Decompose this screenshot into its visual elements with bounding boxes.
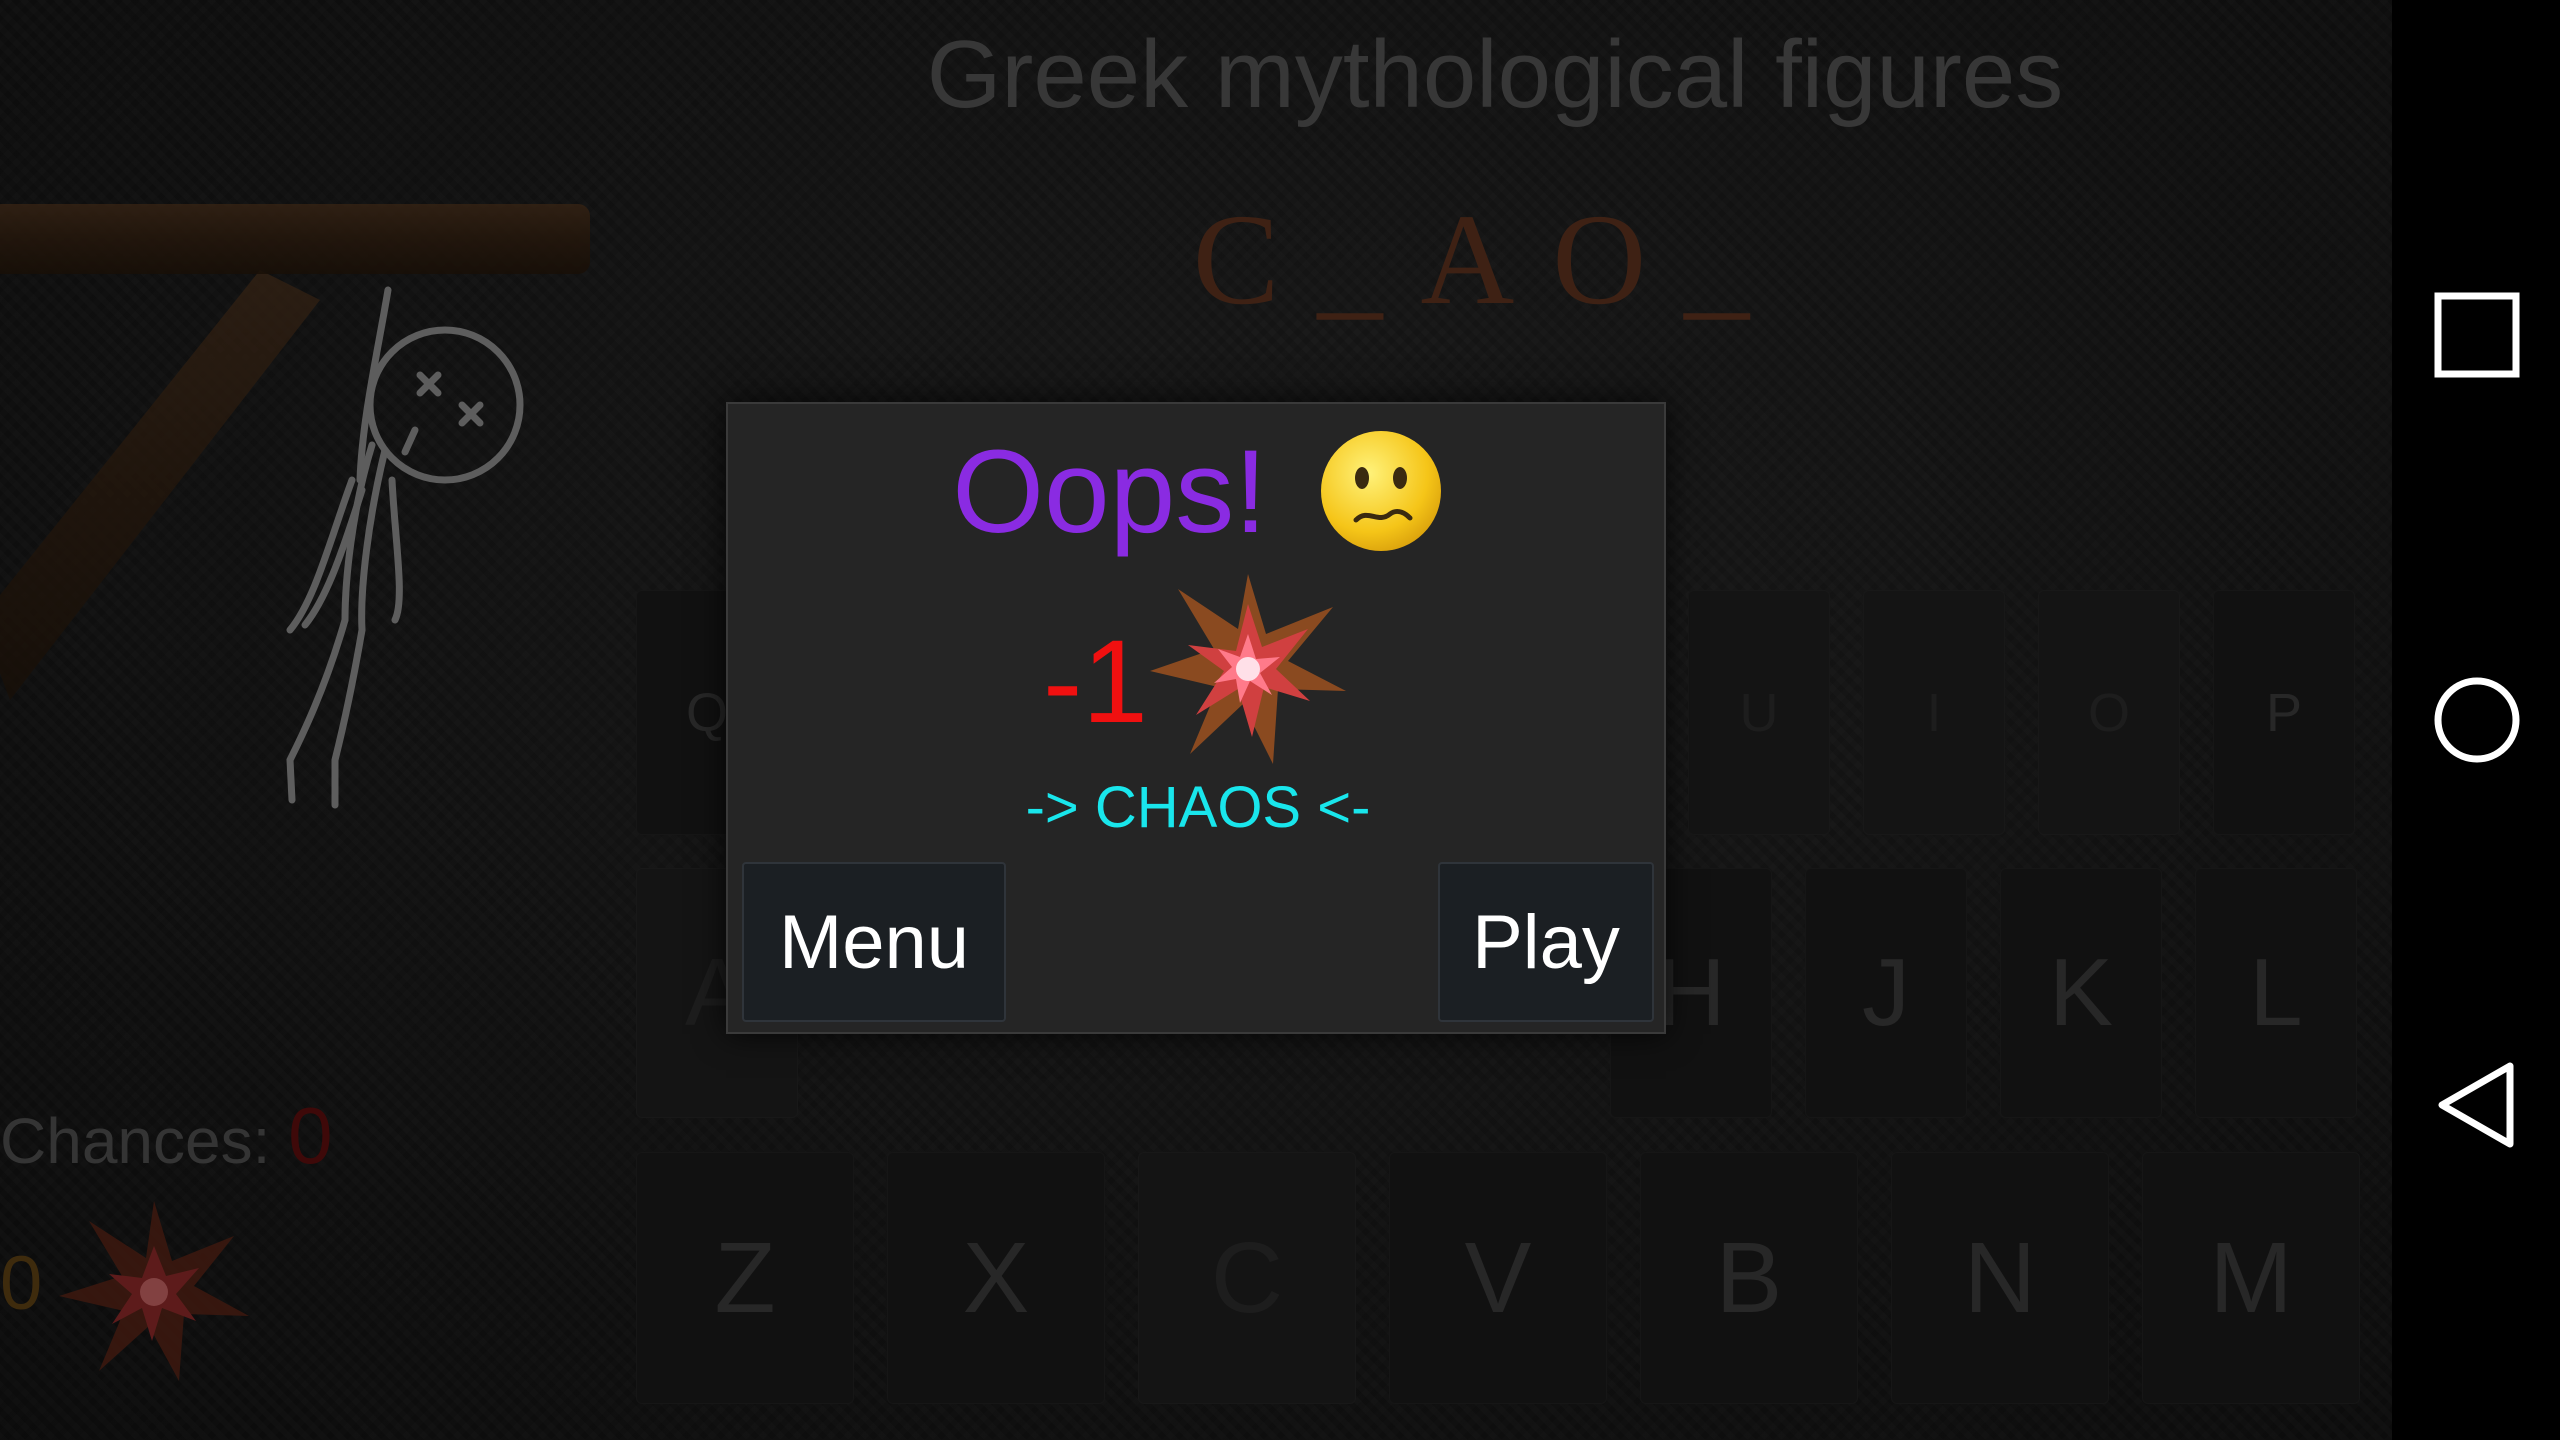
dialog-title-row: Oops! <box>728 424 1668 560</box>
game-screen: Greek mythological figures C_AO_ Q U I O… <box>0 0 2392 1440</box>
recents-icon[interactable] <box>2432 290 2522 380</box>
burst-star-icon <box>1150 574 1346 764</box>
back-icon[interactable] <box>2432 1060 2522 1150</box>
android-nav-bar <box>2392 0 2560 1440</box>
answer-reveal: -> CHAOS <- <box>1025 775 1371 840</box>
confused-face-icon <box>1320 430 1441 551</box>
home-icon[interactable] <box>2432 675 2522 765</box>
penalty-value: -1 <box>1043 616 1148 748</box>
dialog-title: Oops! <box>952 426 1268 558</box>
menu-button[interactable]: Menu <box>742 862 1006 1022</box>
play-button[interactable]: Play <box>1438 862 1654 1022</box>
game-over-dialog: Oops! -1 -> CHAOS <- Menu Play <box>726 402 1666 1034</box>
